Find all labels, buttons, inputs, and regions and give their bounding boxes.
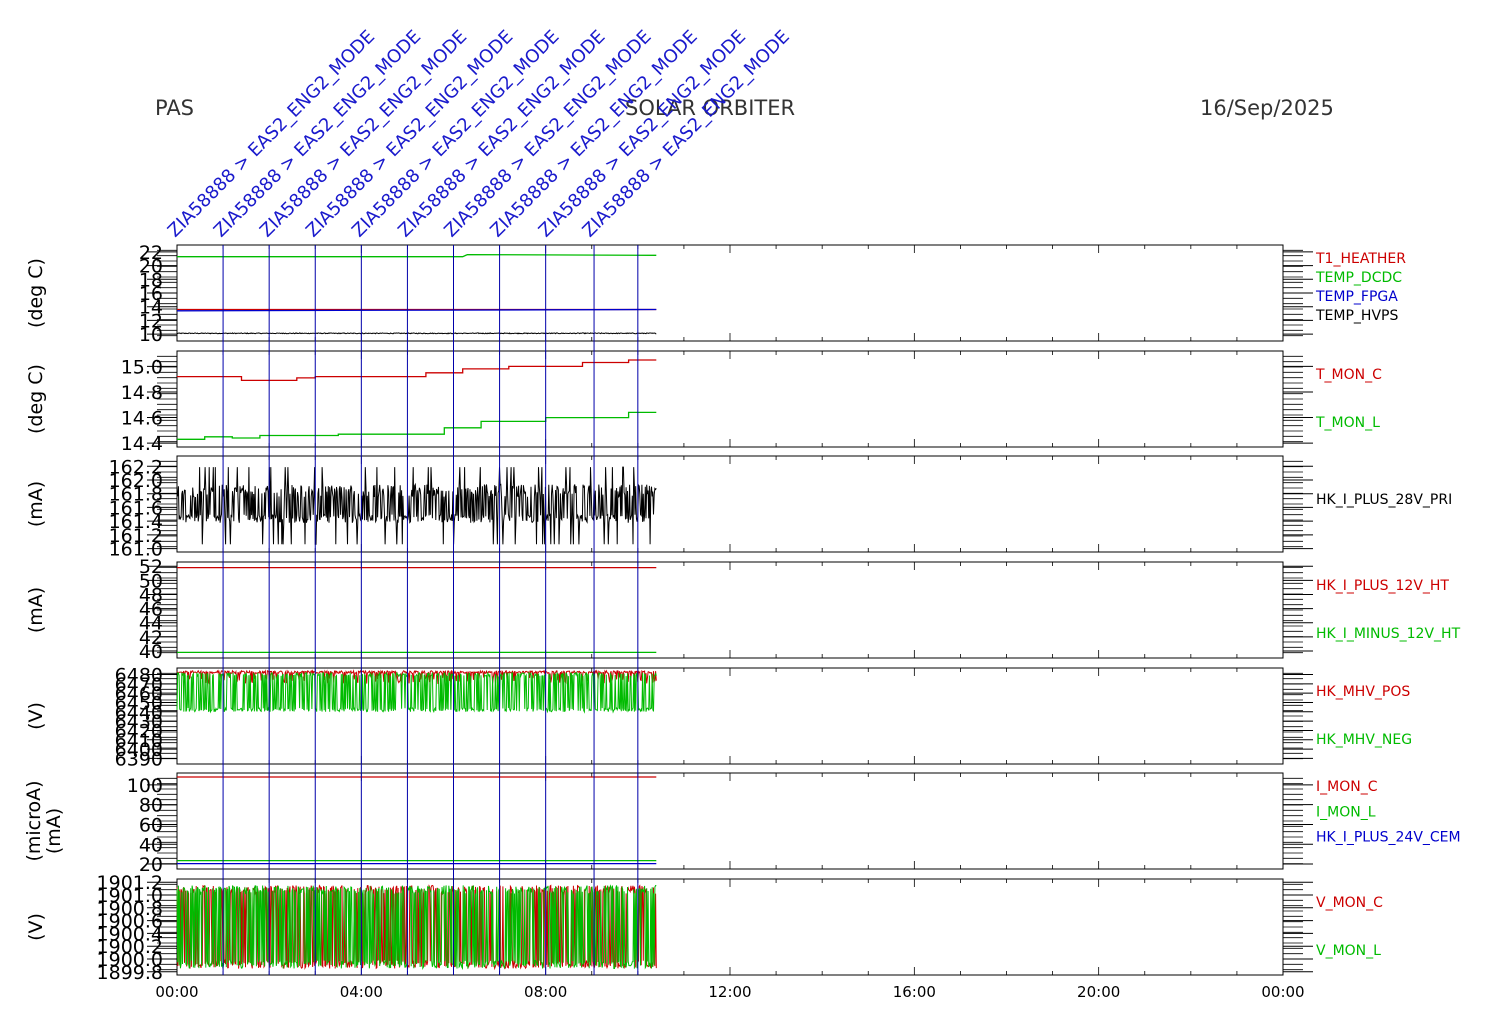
x-tick-label: 04:00 [340,983,383,1001]
legend-v-mon-l: V_MON_L [1316,943,1381,959]
panel-frame [176,772,1284,870]
series-hk-i-plus-28v-pri [176,466,657,545]
legend-temp-fpga: TEMP_FPGA [1315,289,1398,305]
y-tick-label: 14.8 [121,382,163,404]
legend-v-mon-c: V_MON_C [1316,895,1383,911]
legend-t-mon-c: T_MON_C [1315,367,1382,383]
y-axis-label-2: (mA) [43,808,65,854]
series-hk-mhv-neg [176,670,657,714]
y-tick-label: 60 [139,814,163,836]
y-tick-label: 162.2 [109,456,163,478]
panel-frame [176,350,1284,448]
y-axis-label: (mA) [25,587,47,633]
legend-i-mon-c: I_MON_C [1316,779,1378,795]
legend-hk-mhv-pos: HK_MHV_POS [1316,684,1410,700]
legend-hk-i-plus-28v-pri: HK_I_PLUS_28V_PRI [1316,492,1452,508]
legend-hk-mhv-neg: HK_MHV_NEG [1316,732,1412,748]
y-axis-label: (deg C) [25,364,47,434]
y-axis-label: (mA) [25,481,47,527]
legend-temp-dcdc: TEMP_DCDC [1315,270,1402,286]
y-axis-label: (microA) [23,780,45,861]
legend-hk-i-plus-12v-ht: HK_I_PLUS_12V_HT [1316,578,1449,594]
legend-t1-heather: T1_HEATHER [1315,251,1406,267]
y-tick-label: 14.6 [121,408,163,430]
panel-frame [176,455,1284,553]
y-tick-label: 40 [139,834,163,856]
legend-i-mon-l: I_MON_L [1316,804,1376,820]
x-tick-label: 20:00 [1077,983,1120,1001]
panel-frame [176,244,1284,342]
legend-hk-i-minus-12v-ht: HK_I_MINUS_12V_HT [1316,626,1461,642]
y-tick-label: 100 [127,775,163,797]
y-tick-label: 1901.2 [97,872,163,894]
legend-hk-i-plus-24v-cem: HK_I_PLUS_24V_CEM [1316,830,1461,846]
series-t-mon-l [177,411,657,440]
x-tick-label: 16:00 [893,983,936,1001]
y-tick-label: 14.4 [121,433,163,455]
x-tick-label: 12:00 [708,983,751,1001]
x-tick-label: 00:00 [1261,983,1304,1001]
x-tick-label: 00:00 [155,983,198,1001]
y-tick-label: 6480 [115,665,163,687]
y-tick-label: 15.0 [121,356,163,378]
housekeeping-chart: 10121416182022(deg C) T1_HEATHERTEMP_DCDC… [23,26,1461,1001]
series-t-mon-c [177,359,657,382]
y-axis-label: (V) [25,702,47,730]
panel-frame [176,561,1284,659]
y-tick-label: 80 [139,795,163,817]
y-axis-label: (deg C) [25,258,47,328]
y-tick-label: 22 [139,242,163,264]
legend-t-mon-l: T_MON_L [1315,415,1380,431]
y-tick-label: 52 [139,556,163,578]
x-tick-label: 08:00 [524,983,567,1001]
series-temp-hvps [176,332,657,335]
legend-temp-hvps: TEMP_HVPS [1315,308,1398,324]
series-temp-dcdc [177,253,657,258]
y-axis-label: (V) [25,913,47,941]
